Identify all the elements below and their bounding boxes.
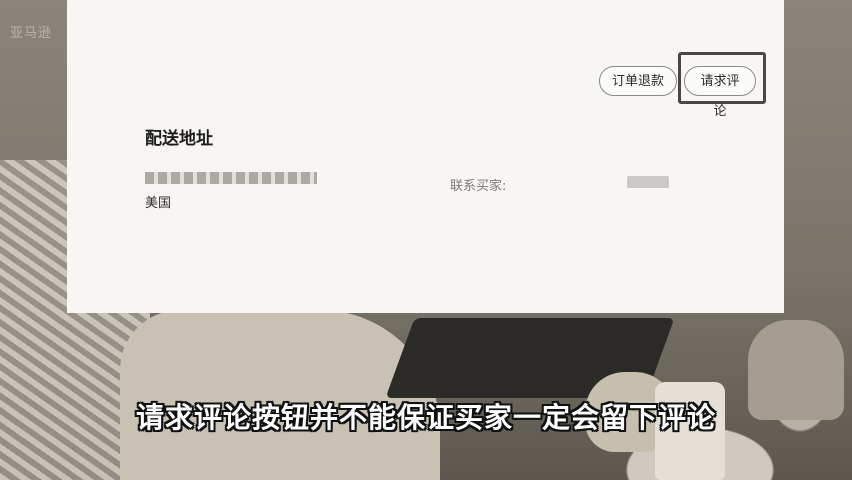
contact-buyer-link-redacted[interactable] <box>627 176 669 188</box>
order-detail-panel: 订单退款 请求评论 配送地址 美国 联系买家: <box>67 0 784 313</box>
request-review-button[interactable]: 请求评论 <box>684 66 756 119</box>
address-country: 美国 <box>145 196 172 211</box>
contact-buyer-label: 联系买家: <box>450 179 507 194</box>
watermark: 亚马逊 <box>10 26 53 41</box>
refund-order-button[interactable]: 订单退款 <box>599 66 677 96</box>
shipping-address-title: 配送地址 <box>145 129 213 149</box>
address-line-redacted <box>145 172 317 184</box>
video-subtitle: 请求评论按钮并不能保证买家一定会留下评论 <box>135 401 716 434</box>
